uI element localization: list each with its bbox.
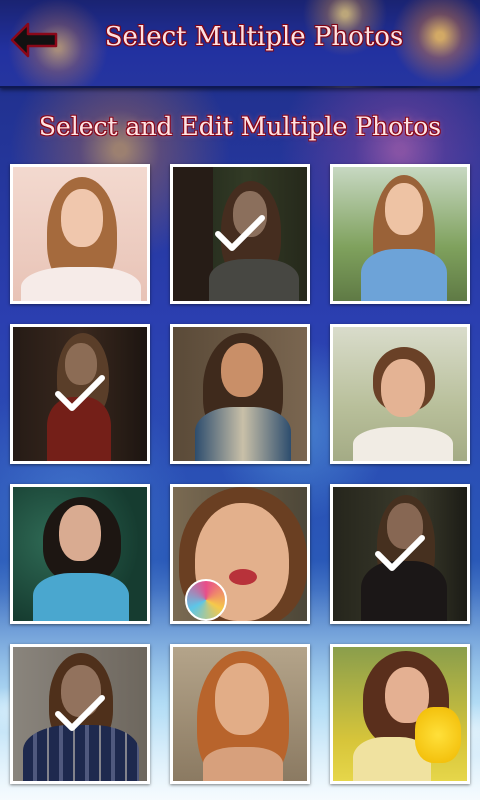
photo-image [13, 487, 147, 621]
photo-tile[interactable] [10, 164, 150, 304]
photo-image [173, 487, 307, 621]
photo-image [333, 167, 467, 301]
photo-tile[interactable] [330, 324, 470, 464]
photo-image [13, 167, 147, 301]
photo-tile[interactable] [330, 484, 470, 624]
checkmark-icon [55, 375, 105, 411]
photo-tile[interactable] [330, 164, 470, 304]
photo-tile[interactable] [10, 484, 150, 624]
checkmark-icon [375, 535, 425, 571]
checkmark-icon [215, 215, 265, 251]
photo-image [173, 647, 307, 781]
photo-image [333, 327, 467, 461]
photo-tile[interactable] [10, 324, 150, 464]
photo-tile[interactable] [170, 644, 310, 784]
photo-grid [0, 0, 480, 800]
photo-image [173, 327, 307, 461]
photo-image [333, 647, 467, 781]
checkmark-icon [55, 695, 105, 731]
photo-tile[interactable] [170, 324, 310, 464]
photo-tile[interactable] [170, 164, 310, 304]
photo-tile[interactable] [10, 644, 150, 784]
photo-tile[interactable] [330, 644, 470, 784]
photo-tile[interactable] [170, 484, 310, 624]
